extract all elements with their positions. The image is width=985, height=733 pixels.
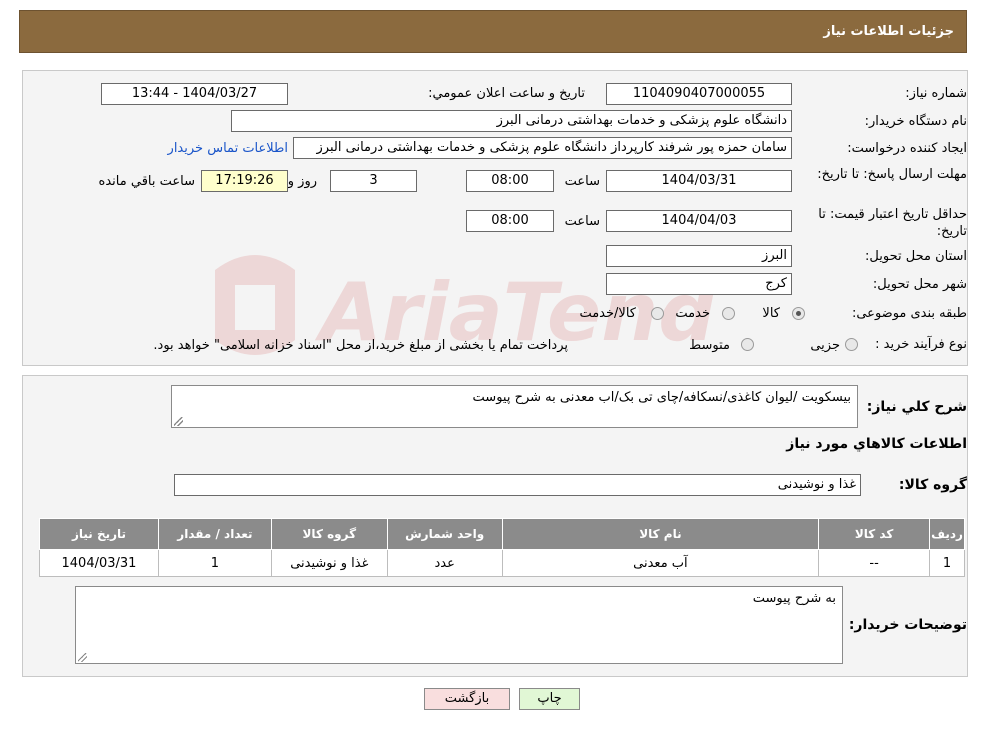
summary-textarea[interactable]: بیسکویت /لیوان کاغذی/نسکافه/چای تی بک/اب… (171, 385, 858, 428)
deadline-date-field[interactable]: 1404/03/31 (606, 170, 792, 192)
creator-field[interactable]: سامان حمزه پور شرفند کارپرداز دانشگاه عل… (293, 137, 792, 159)
validity-time-field[interactable]: 08:00 (466, 210, 554, 232)
days-label: روز و (287, 174, 317, 189)
category-radio-goods-service[interactable] (651, 307, 664, 320)
cell-item-code: -- (818, 549, 931, 577)
back-button[interactable]: بازگشت (424, 688, 510, 710)
cell-quantity: 1 (157, 549, 272, 577)
col-header-group: گروه کالا (270, 518, 388, 550)
col-header-unit: واحد شمارش (386, 518, 503, 550)
deadline-time-field[interactable]: 08:00 (466, 170, 554, 192)
creator-label: ایجاد کننده درخواست: (847, 141, 967, 156)
need-number-field[interactable]: 1104090407000055 (606, 83, 792, 105)
resize-grip-icon[interactable] (174, 417, 183, 426)
process-label: نوع فرآیند خرید : (875, 337, 967, 352)
need-number-label: شماره نیاز: (905, 86, 967, 101)
province-label: استان محل تحویل: (865, 249, 967, 264)
remaining-label: ساعت باقي مانده (98, 174, 195, 189)
col-header-item-name: نام کالا (501, 518, 820, 550)
cell-group: غذا و نوشیدنی (270, 549, 388, 577)
page-header: جزئیات اطلاعات نیاز (19, 10, 967, 53)
announce-field[interactable]: 1404/03/27 - 13:44 (101, 83, 288, 105)
items-title: اطلاعات کالاهاي مورد نیاز (786, 436, 967, 452)
category-option-goods-service: کالا/خدمت (579, 306, 636, 321)
category-label: طبقه بندی موضوعی: (851, 306, 967, 321)
cell-item-name: آب معدنی (501, 549, 820, 577)
table-header-row: ردیف کد کالا نام کالا واحد شمارش گروه کا… (39, 518, 965, 550)
city-label: شهر محل تحویل: (872, 277, 967, 292)
category-radio-service[interactable] (722, 307, 735, 320)
buyer-notes-label: توضیحات خریدار: (848, 617, 967, 633)
city-field[interactable]: کرج (606, 273, 792, 295)
deadline-time-label: ساعت (564, 174, 600, 189)
cell-unit: عدد (386, 549, 503, 577)
group-field[interactable]: غذا و نوشیدنی (174, 474, 861, 496)
validity-time-label: ساعت (564, 214, 600, 229)
resize-grip-icon[interactable] (78, 653, 87, 662)
validity-date-field[interactable]: 1404/04/03 (606, 210, 792, 232)
summary-label: شرح کلي نیاز: (866, 399, 967, 415)
cell-need-date: 1404/03/31 (39, 549, 159, 577)
announce-label: تاریخ و ساعت اعلان عمومي: (428, 86, 585, 101)
process-option-minor: جزیی (810, 338, 840, 353)
col-header-quantity: تعداد / مقدار (157, 518, 272, 550)
buyer-org-label: نام دستگاه خریدار: (864, 114, 967, 129)
buyer-notes-text: به شرح پیوست (752, 591, 836, 606)
process-radio-minor[interactable] (845, 338, 858, 351)
province-field[interactable]: البرز (606, 245, 792, 267)
remaining-time-field: 17:19:26 (201, 170, 288, 192)
validity-label: حداقل تاریخ اعتبار قیمت: تا تاریخ: (818, 207, 967, 239)
process-note: پرداخت تمام یا بخشی از مبلغ خرید،از محل … (153, 338, 568, 353)
table-row[interactable]: 1 -- آب معدنی عدد غذا و نوشیدنی 1 1404/0… (39, 549, 965, 577)
summary-text: بیسکویت /لیوان کاغذی/نسکافه/چای تی بک/اب… (472, 390, 851, 405)
col-header-row-number: ردیف (929, 518, 965, 550)
days-field[interactable]: 3 (330, 170, 417, 192)
cell-row-number: 1 (929, 549, 965, 577)
category-option-service: خدمت (675, 306, 710, 321)
buyer-contact-link[interactable]: اطلاعات تماس خریدار (168, 141, 288, 156)
items-table: ردیف کد کالا نام کالا واحد شمارش گروه کا… (39, 518, 965, 577)
group-label: گروه کالا: (898, 477, 967, 493)
page-title: جزئیات اطلاعات نیاز (823, 24, 954, 39)
buyer-org-field[interactable]: دانشگاه علوم پزشکی و خدمات بهداشتی درمان… (231, 110, 792, 132)
category-option-goods: کالا (762, 306, 780, 321)
category-radio-goods[interactable] (792, 307, 805, 320)
process-radio-medium[interactable] (741, 338, 754, 351)
print-button[interactable]: چاپ (519, 688, 580, 710)
col-header-need-date: تاریخ نیاز (39, 518, 159, 550)
process-option-medium: متوسط (689, 338, 730, 353)
buyer-notes-textarea[interactable]: به شرح پیوست (75, 586, 843, 664)
deadline-label: مهلت ارسال پاسخ: تا تاریخ: (817, 167, 967, 182)
col-header-item-code: کد کالا (818, 518, 931, 550)
